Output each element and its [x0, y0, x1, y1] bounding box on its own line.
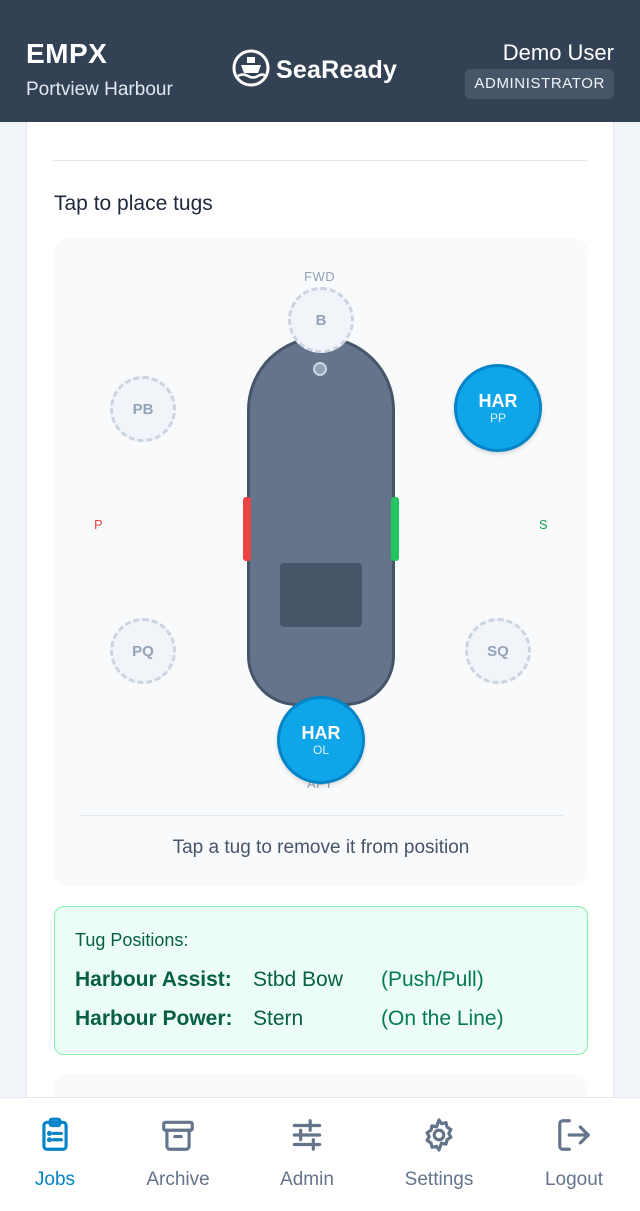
tug-marker-stbd-bow[interactable]: HAR PP: [454, 364, 542, 452]
gear-icon: [420, 1116, 458, 1159]
port-label: P: [94, 517, 103, 532]
slot-port-bow[interactable]: PB: [110, 376, 176, 442]
ship-hull: [247, 336, 395, 706]
tug-code: HAR: [301, 723, 341, 743]
slot-bow[interactable]: B: [288, 287, 354, 353]
port-side-light: [243, 497, 251, 561]
vessel-code: EMPX: [26, 38, 108, 69]
nav-settings[interactable]: Settings: [384, 1116, 494, 1191]
nav-label: Jobs: [34, 1169, 76, 1190]
tug-name: Harbour Power:: [75, 1007, 233, 1030]
nav-archive[interactable]: Archive: [123, 1116, 233, 1191]
app-header: EMPX Portview Harbour SeaReady Demo User…: [0, 0, 640, 122]
ship-bridge: [280, 563, 362, 627]
tug-code: HAR: [478, 391, 518, 411]
nav-jobs[interactable]: Jobs: [0, 1116, 110, 1191]
tug-mode: (Push/Pull): [381, 968, 484, 991]
tug-location: Stern: [253, 1007, 304, 1030]
brand-name: SeaReady: [276, 56, 398, 84]
next-section-card: [54, 1074, 588, 1097]
nav-label: Settings: [404, 1169, 474, 1190]
slot-stbd-quarter[interactable]: SQ: [465, 618, 531, 684]
remove-hint: Tap a tug to remove it from position: [172, 837, 470, 858]
archive-icon: [159, 1116, 197, 1159]
nav-logout[interactable]: Logout: [519, 1116, 629, 1191]
tug-marker-stern[interactable]: HAR OL: [277, 696, 365, 784]
main-content: Tap to place tugs FWD AFT P S B PB PQ SQ…: [26, 122, 614, 1097]
diagram-divider: [79, 815, 563, 816]
user-role-badge: ADMINISTRATOR: [465, 69, 614, 99]
tug-positions-panel: Tug Positions: Harbour Assist: Stbd Bow …: [54, 906, 588, 1055]
starboard-side-light: [391, 497, 399, 561]
logout-icon: [555, 1116, 593, 1159]
tug-position-code: PP: [489, 411, 506, 425]
port-name: Portview Harbour: [26, 79, 173, 100]
bottom-nav: Jobs Archive Admin Settings Logout: [0, 1097, 640, 1211]
tug-name: Harbour Assist:: [75, 968, 232, 991]
tug-positions-title: Tug Positions:: [75, 930, 189, 950]
section-title: Tap to place tugs: [54, 192, 213, 215]
ship-logo-icon: [232, 49, 270, 92]
clipboard-icon: [36, 1116, 74, 1159]
starboard-label: S: [539, 517, 548, 532]
nav-label: Admin: [280, 1169, 334, 1190]
sliders-icon: [288, 1116, 326, 1159]
tug-location: Stbd Bow: [253, 968, 343, 991]
slot-port-quarter[interactable]: PQ: [110, 618, 176, 684]
tug-placement-diagram: FWD AFT P S B PB PQ SQ HAR PP HAR OL Tap…: [54, 238, 588, 886]
tug-mode: (On the Line): [381, 1007, 504, 1030]
nav-label: Logout: [544, 1169, 604, 1190]
nav-label: Archive: [146, 1169, 210, 1190]
fwd-label: FWD: [304, 269, 336, 284]
tug-position-row: Harbour Power: Stern (On the Line): [75, 1007, 504, 1031]
tug-position-code: OL: [312, 743, 329, 757]
section-divider: [53, 160, 587, 161]
bow-marker: [313, 362, 327, 376]
user-name[interactable]: Demo User: [503, 40, 614, 66]
brand-logo: SeaReady: [232, 49, 397, 92]
nav-admin[interactable]: Admin: [252, 1116, 362, 1191]
tug-position-row: Harbour Assist: Stbd Bow (Push/Pull): [75, 968, 484, 992]
